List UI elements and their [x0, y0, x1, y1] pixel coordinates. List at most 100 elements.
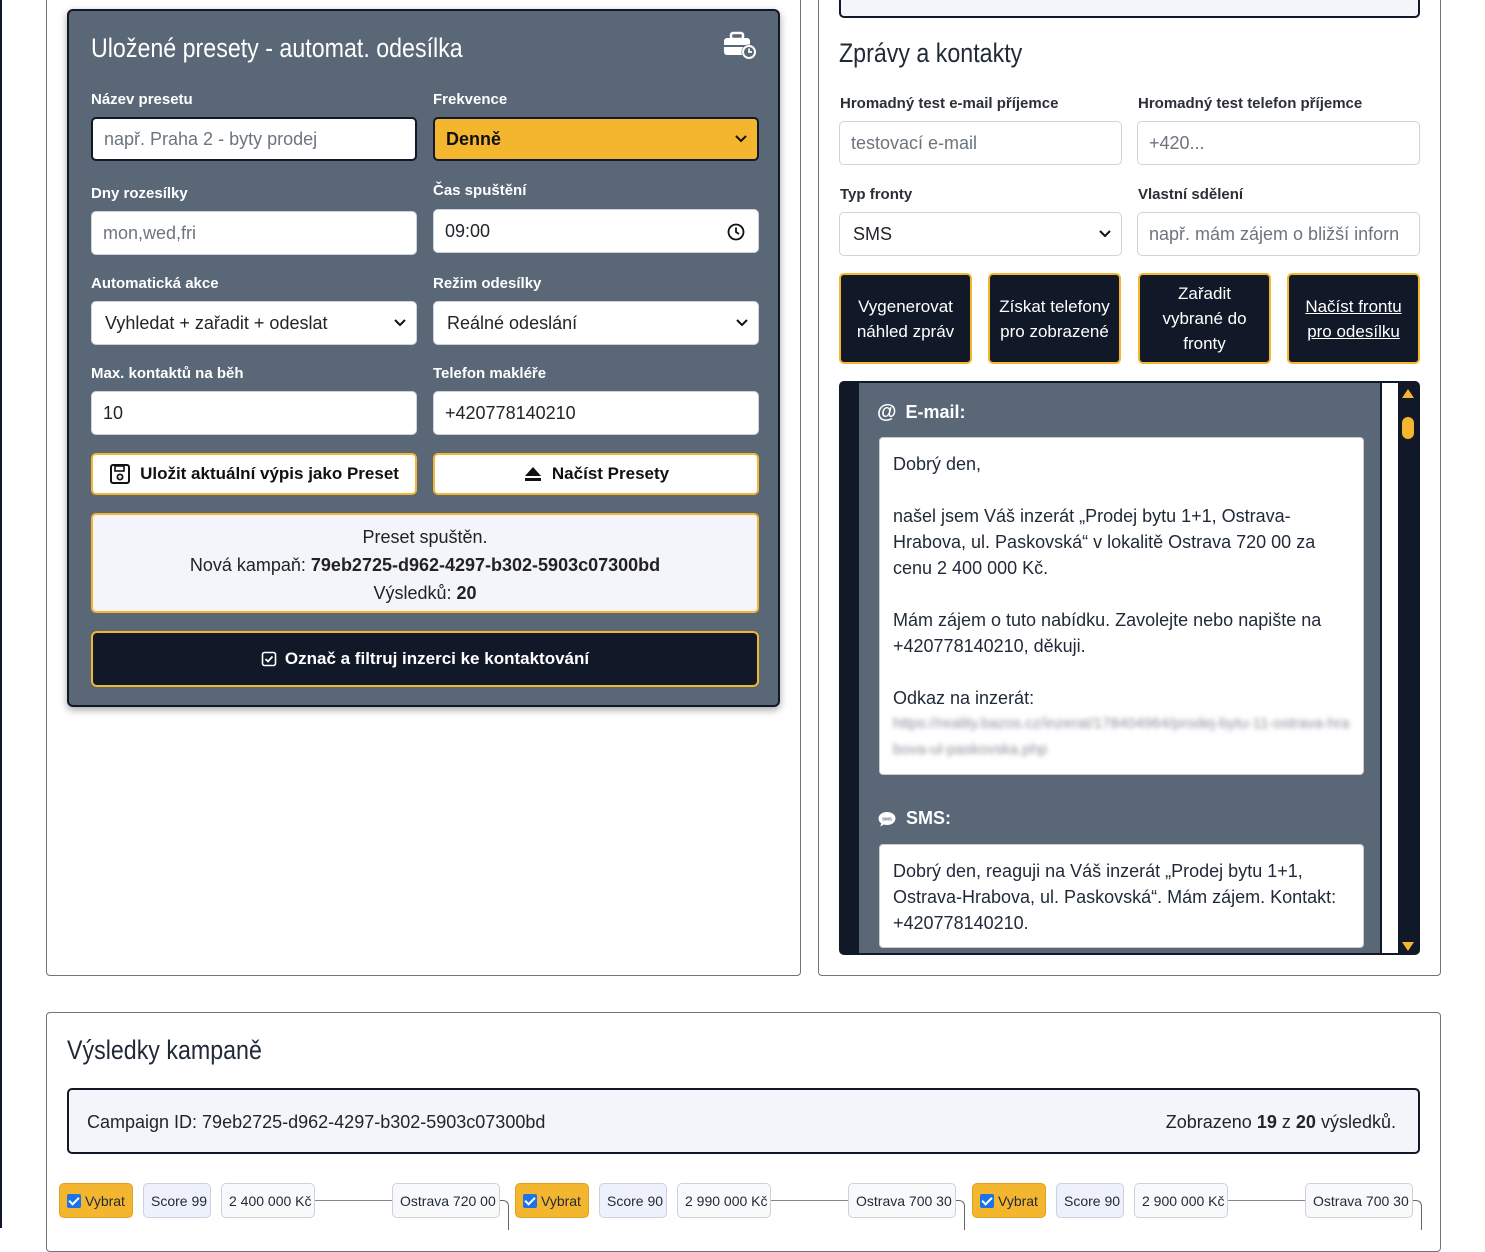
scroll-down-icon[interactable]: [1402, 942, 1414, 951]
briefcase-clock-icon: [724, 31, 757, 60]
email-heading: @ E-mail:: [877, 401, 966, 423]
email-body-line: [893, 581, 1350, 607]
campaign-info-box: Campaign ID: 79eb2725-d962-4297-b302-590…: [67, 1088, 1420, 1154]
filter-ads-label: Označ a filtruj inzerci ke kontaktování: [284, 649, 590, 668]
queue-type-select[interactable]: SMS: [839, 212, 1122, 256]
message-preview-content: @ E-mail: Dobrý den, našel jsem Váš inze…: [859, 383, 1380, 953]
auto-action-value: Vyhledat + zařadit + odeslat: [105, 312, 328, 333]
save-preset-button[interactable]: Uložit aktuální výpis jako Preset: [91, 453, 417, 495]
results-title: Výsledky kampaně: [67, 1035, 262, 1065]
at-sign-icon: @: [877, 401, 897, 423]
email-body-line: Dobrý den,: [893, 454, 982, 474]
days-input[interactable]: mon,wed,fri: [91, 211, 417, 255]
chevron-down-icon: [1099, 230, 1111, 238]
location-badge: Ostrava 700 30: [1305, 1183, 1413, 1218]
price-badge: 2 900 000 Kč: [1134, 1183, 1228, 1218]
load-presets-label: Načíst Presety: [551, 464, 670, 483]
select-result-toggle[interactable]: Vybrat: [515, 1183, 589, 1218]
max-contacts-input[interactable]: 10: [91, 391, 417, 435]
test-email-input[interactable]: testovací e-mail: [839, 121, 1122, 165]
preset-name-input[interactable]: např. Praha 2 - byty prodej: [91, 117, 417, 161]
preset-name-label: Název presetu: [91, 91, 193, 108]
test-phone-input[interactable]: +420...: [1137, 121, 1420, 165]
previous-field-stub: [839, 0, 1420, 18]
load-queue-button[interactable]: Načíst frontu pro odesílku: [1287, 273, 1420, 364]
message-preview-panel[interactable]: @ E-mail: Dobrý den, našel jsem Váš inze…: [839, 381, 1420, 955]
select-result-toggle[interactable]: Vybrat: [59, 1183, 133, 1218]
max-contacts-label: Max. kontaktů na běh: [91, 365, 244, 382]
result-card-edge: [499, 1200, 509, 1230]
window-edge: [0, 0, 2, 1228]
chevron-down-icon: [394, 319, 406, 327]
score-badge: Score 99: [143, 1183, 211, 1218]
send-mode-label: Režim odesílky: [433, 275, 542, 292]
send-mode-value: Reálné odeslání: [447, 312, 578, 333]
broker-phone-label: Telefon makléře: [433, 365, 547, 382]
email-body-line: Odkaz na inzerát:: [893, 688, 1035, 708]
preset-panel-title: Uložené presety - automat. odesílka: [91, 33, 463, 63]
auto-action-label: Automatická akce: [91, 275, 219, 292]
status-results: Výsledků: 20: [373, 583, 477, 603]
test-email-label: Hromadný test e-mail příjemce: [840, 95, 1059, 112]
time-input[interactable]: 09:00: [433, 209, 759, 253]
status-line: Preset spuštěn.: [362, 527, 488, 547]
email-body: Dobrý den, našel jsem Váš inzerát „Prode…: [893, 451, 1350, 711]
preset-status-box: Preset spuštěn. Nová kampaň: 79eb2725-d9…: [91, 513, 759, 613]
email-preview-box: Dobrý den, našel jsem Váš inzerát „Prode…: [879, 437, 1364, 775]
broker-phone-input[interactable]: +420778140210: [433, 391, 759, 435]
sms-heading: SMS SMS:: [877, 808, 951, 829]
email-body-line: [893, 659, 1350, 685]
eject-icon: [524, 467, 541, 481]
email-body-line: [893, 477, 1350, 503]
check-square-icon: [261, 651, 277, 667]
days-label: Dny rozesílky: [91, 185, 188, 202]
scroll-up-icon[interactable]: [1402, 389, 1414, 398]
result-card-edge: [955, 1200, 965, 1230]
generate-preview-button[interactable]: Vygenerovat náhled zpráv: [839, 273, 972, 364]
price-badge: 2 990 000 Kč: [677, 1183, 771, 1218]
auto-action-select[interactable]: Vyhledat + zařadit + odeslat: [91, 301, 417, 345]
result-card-edge: [1412, 1200, 1422, 1230]
svg-text:SMS: SMS: [882, 816, 892, 821]
select-result-toggle[interactable]: Vybrat: [972, 1183, 1046, 1218]
checkbox-checked-icon[interactable]: [67, 1193, 81, 1208]
sms-bubble-icon: SMS: [878, 811, 896, 826]
score-badge: Score 90: [599, 1183, 667, 1218]
shown-count: Zobrazeno 19 z 20 výsledků.: [1165, 1112, 1396, 1132]
queue-type-value: SMS: [853, 223, 893, 244]
time-label: Čas spuštění: [433, 182, 527, 199]
frequency-select[interactable]: Denně: [433, 117, 759, 161]
sms-body: Dobrý den, reaguji na Váš inzerát „Prode…: [893, 861, 1337, 933]
preview-scrollbar[interactable]: [1398, 383, 1418, 953]
filter-ads-button[interactable]: Označ a filtruj inzerci ke kontaktování: [91, 631, 759, 687]
email-body-line: našel jsem Váš inzerát „Prodej bytu 1+1,…: [893, 506, 1316, 578]
price-badge: 2 400 000 Kč: [221, 1183, 315, 1218]
clock-icon[interactable]: [727, 223, 745, 241]
location-badge: Ostrava 720 00: [392, 1183, 500, 1218]
get-phones-button[interactable]: Získat telefony pro zobrazené: [988, 273, 1121, 364]
checkbox-checked-icon[interactable]: [523, 1193, 537, 1208]
status-campaign: Nová kampaň: 79eb2725-d962-4297-b302-590…: [189, 555, 661, 575]
floppy-disk-icon: [110, 464, 131, 484]
save-preset-label: Uložit aktuální výpis jako Preset: [140, 464, 399, 483]
custom-message-label: Vlastní sdělení: [1138, 186, 1244, 203]
chevron-down-icon: [735, 135, 747, 143]
custom-message-input[interactable]: např. mám zájem o bližší inforn: [1137, 212, 1420, 256]
time-value: 09:00: [445, 220, 491, 241]
queue-type-label: Typ fronty: [840, 186, 913, 203]
test-phone-label: Hromadný test telefon příjemce: [1138, 95, 1363, 112]
email-link[interactable]: https://reality.bazos.cz/inzerat/1784049…: [893, 711, 1350, 763]
scroll-thumb[interactable]: [1402, 417, 1414, 439]
email-body-line: Mám zájem o tuto nabídku. Zavolejte nebo…: [893, 610, 1322, 656]
enqueue-selected-button[interactable]: Zařadit vybrané do fronty: [1138, 273, 1271, 364]
messages-title: Zprávy a kontakty: [839, 38, 1023, 68]
checkbox-checked-icon[interactable]: [980, 1193, 994, 1208]
send-mode-select[interactable]: Reálné odeslání: [433, 301, 759, 345]
frequency-value: Denně: [446, 128, 502, 149]
campaign-id: Campaign ID: 79eb2725-d962-4297-b302-590…: [87, 1112, 546, 1132]
score-badge: Score 90: [1056, 1183, 1124, 1218]
load-presets-button[interactable]: Načíst Presety: [433, 453, 759, 495]
preset-panel: Uložené presety - automat. odesílka Náze…: [67, 9, 780, 707]
sms-preview-box: Dobrý den, reaguji na Váš inzerát „Prode…: [879, 844, 1364, 948]
chevron-down-icon: [736, 319, 748, 327]
